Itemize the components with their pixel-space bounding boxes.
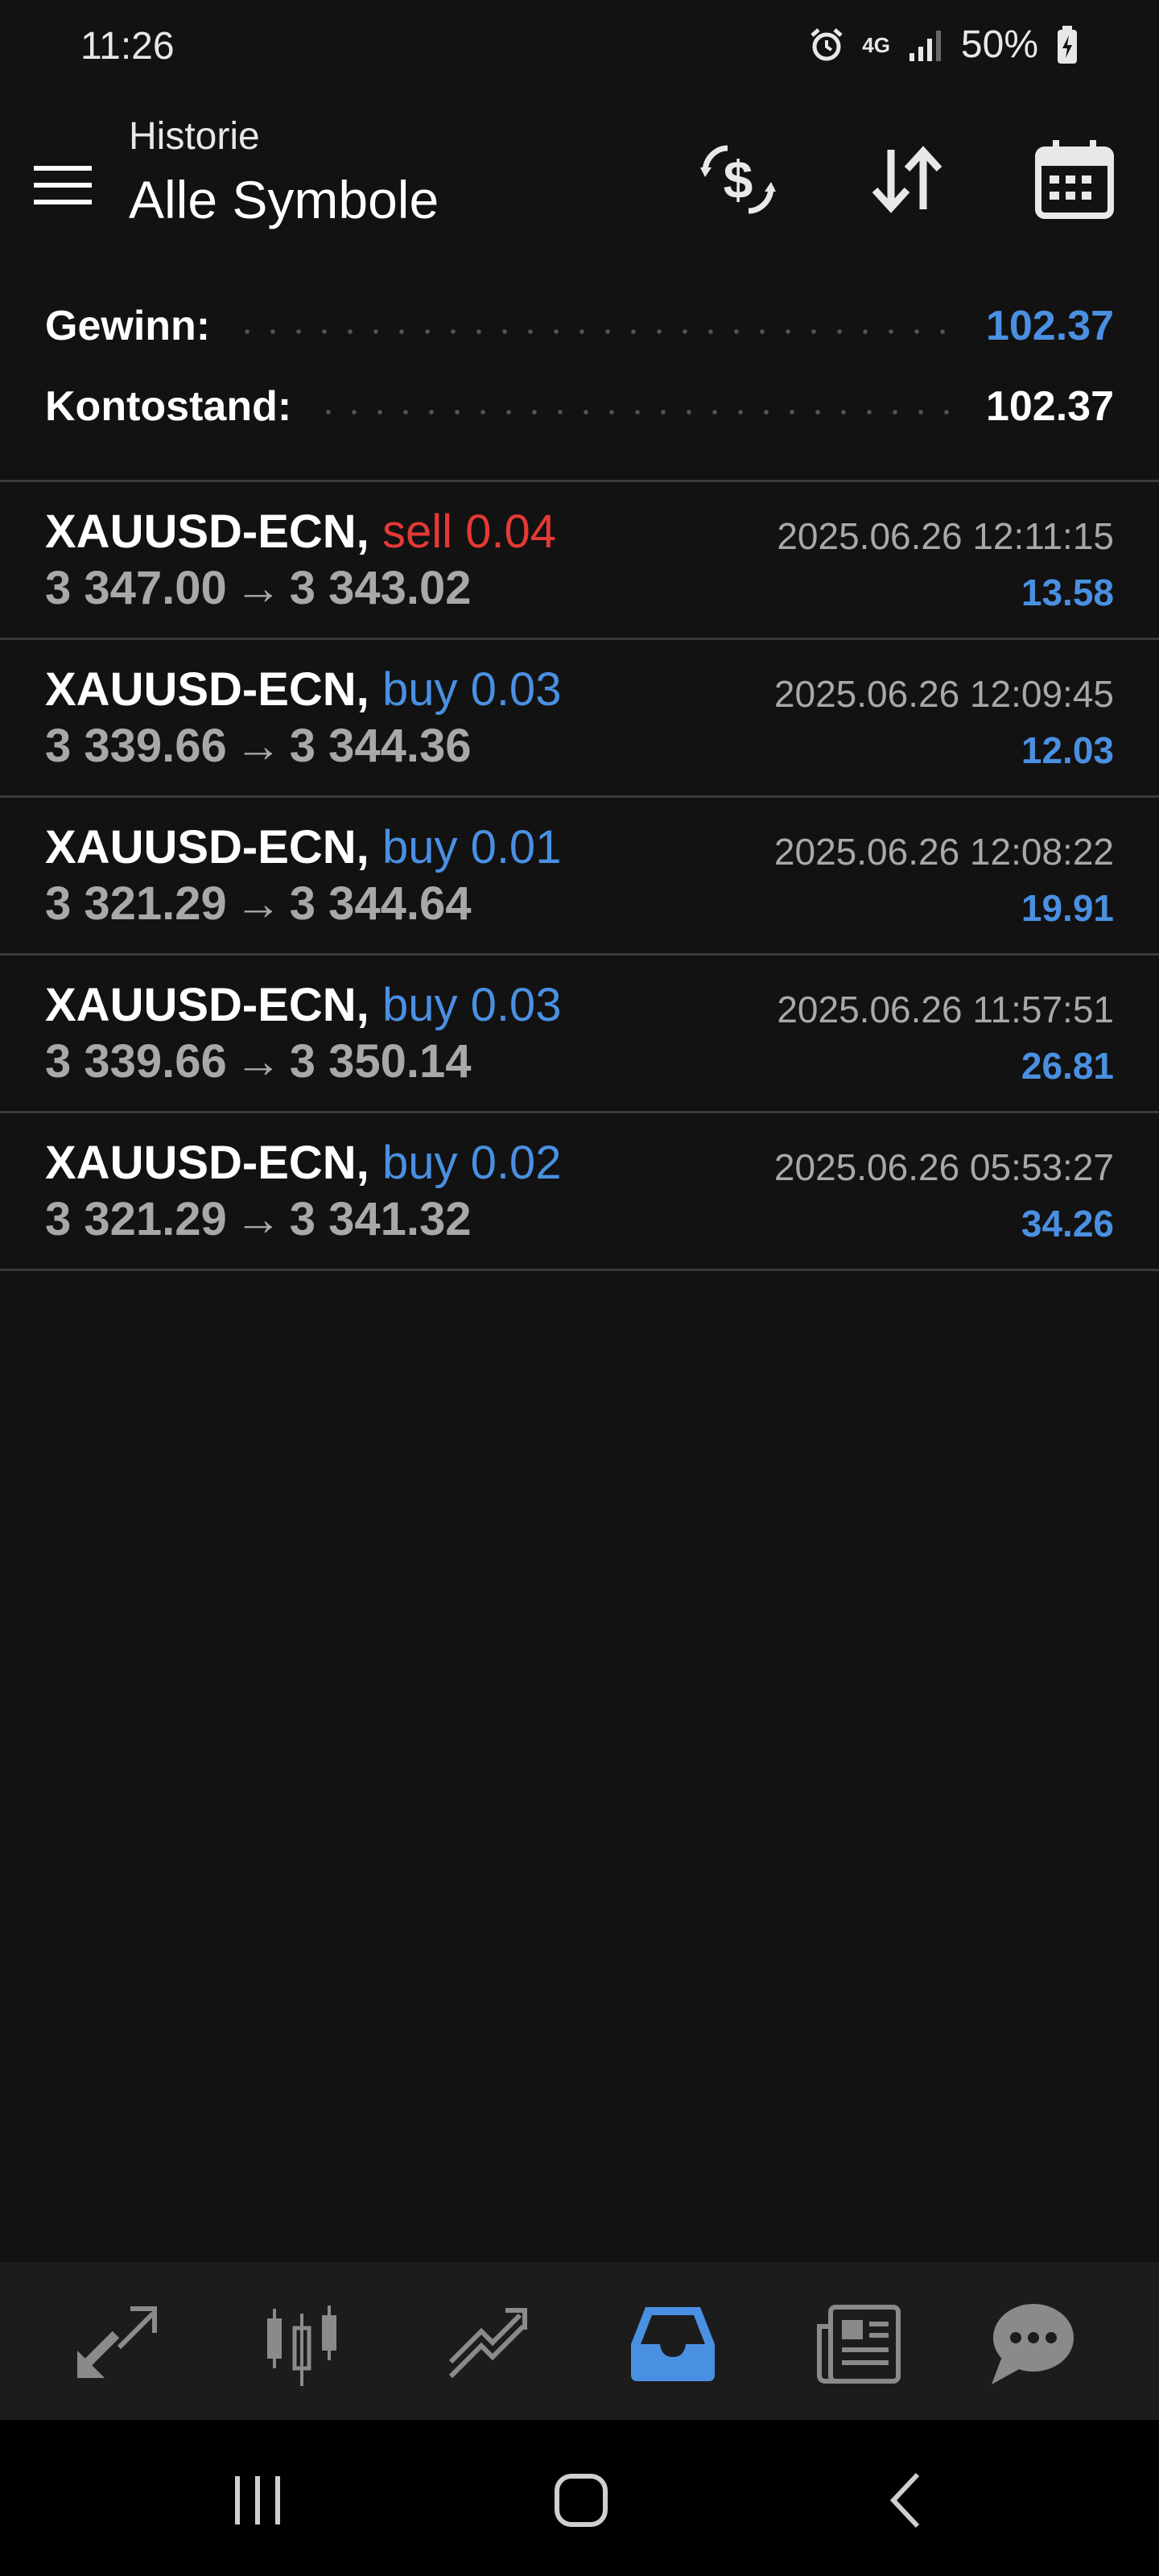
battery-icon (1058, 25, 1077, 64)
status-bar: 11:26 4G 50% (0, 0, 1159, 97)
trade-history-list: XAUUSD-ECN, sell 0.04 3 347.00 → 3 343.02 … (0, 480, 1159, 1271)
history-icon (631, 2307, 715, 2381)
profit-label: Gewinn: (45, 303, 211, 349)
news-icon (817, 2305, 901, 2384)
back-button[interactable] (866, 2468, 947, 2533)
trade-symbol: XAUUSD-ECN, (45, 979, 369, 1031)
svg-text:$: $ (724, 150, 753, 209)
trade-time: 2025.06.26 12:08:22 (773, 831, 1114, 873)
trade-profit: 13.58 (1021, 572, 1114, 613)
trade-side: sell 0.04 (382, 506, 556, 558)
close-price: 3 350.14 (289, 1035, 472, 1088)
balance-row: Kontostand: 102.37 (45, 370, 1114, 443)
dotted-leader (234, 329, 962, 334)
signal-icon (909, 30, 941, 61)
open-price: 3 321.29 (45, 877, 227, 930)
trade-time: 2025.06.26 12:11:15 (777, 515, 1114, 557)
calendar-icon (1035, 140, 1114, 219)
system-nav-bar (0, 2420, 1159, 2576)
currency-exchange-icon: $ (700, 145, 776, 214)
profit-row: Gewinn: 102.37 (45, 290, 1114, 362)
trade-symbol: XAUUSD-ECN, (45, 506, 369, 558)
arrow: → (234, 720, 282, 772)
trade-symbol: XAUUSD-ECN, (45, 821, 369, 873)
quotes-icon (77, 2306, 157, 2378)
trade-time: 2025.06.26 11:57:51 (777, 989, 1114, 1030)
tab-chat[interactable] (984, 2294, 1080, 2391)
profit-value: 102.37 (985, 303, 1114, 349)
trade-time: 2025.06.26 12:09:45 (773, 673, 1114, 715)
trade-symbol: XAUUSD-ECN, (45, 1137, 369, 1189)
tab-news[interactable] (810, 2294, 906, 2391)
arrow: → (234, 562, 282, 614)
currency-exchange-button[interactable]: $ (694, 135, 782, 224)
trade-side: buy 0.03 (382, 979, 562, 1031)
open-price: 3 347.00 (45, 562, 227, 614)
status-time: 11:26 (80, 25, 175, 68)
trade-row[interactable]: XAUUSD-ECN, buy 0.01 3 321.29 → 3 344.64 2… (0, 798, 1159, 956)
alarm-icon (810, 27, 843, 60)
arrow: → (234, 877, 282, 930)
summary-panel: Gewinn: 102.37 Kontostand: 102.37 (0, 290, 1159, 475)
trade-side: buy 0.03 (382, 663, 562, 716)
bottom-nav (0, 2262, 1159, 2420)
trade-row[interactable]: XAUUSD-ECN, buy 0.03 3 339.66 → 3 350.14 2… (0, 956, 1159, 1113)
balance-value: 102.37 (985, 383, 1114, 430)
network-type: 4G (862, 32, 890, 57)
battery-percent: 50% (960, 23, 1038, 66)
dotted-leader (316, 410, 962, 415)
trade-profit: 12.03 (1021, 729, 1114, 771)
balance-label: Kontostand: (45, 383, 292, 430)
status-icons: 4G 50% (809, 23, 1079, 67)
chart-icon (267, 2306, 336, 2386)
tab-trade[interactable] (439, 2294, 536, 2391)
app-header: Historie Alle Symbole $ (0, 97, 1159, 258)
trade-time: 2025.06.26 05:53:27 (773, 1146, 1114, 1188)
back-icon (889, 2472, 920, 2529)
chat-icon (992, 2304, 1074, 2384)
calendar-button[interactable] (1032, 135, 1120, 224)
close-price: 3 341.32 (289, 1193, 472, 1245)
trade-icon (448, 2308, 527, 2379)
close-price: 3 344.64 (289, 877, 472, 930)
trade-profit: 19.91 (1021, 887, 1114, 929)
tab-chart[interactable] (254, 2294, 351, 2391)
recents-icon (235, 2476, 280, 2524)
trade-side: buy 0.01 (382, 821, 562, 873)
sort-icon (872, 146, 942, 213)
arrow: → (234, 1035, 282, 1088)
trade-row[interactable]: XAUUSD-ECN, buy 0.03 3 339.66 → 3 344.36 2… (0, 640, 1159, 798)
page-title[interactable]: Alle Symbole (129, 169, 439, 230)
arrow: → (234, 1193, 282, 1245)
open-price: 3 321.29 (45, 1193, 227, 1245)
home-icon (555, 2474, 608, 2527)
trade-profit: 34.26 (1021, 1203, 1114, 1245)
open-price: 3 339.66 (45, 720, 227, 772)
recents-button[interactable] (217, 2468, 298, 2533)
tab-quotes[interactable] (69, 2294, 166, 2391)
tab-history[interactable] (625, 2294, 721, 2391)
close-price: 3 343.02 (289, 562, 472, 614)
open-price: 3 339.66 (45, 1035, 227, 1088)
home-button[interactable] (541, 2468, 621, 2533)
close-price: 3 344.36 (289, 720, 472, 772)
trade-symbol: XAUUSD-ECN, (45, 663, 369, 716)
menu-icon (34, 166, 92, 204)
sort-button[interactable] (863, 135, 951, 224)
menu-button[interactable] (32, 153, 97, 217)
trade-row[interactable]: XAUUSD-ECN, sell 0.04 3 347.00 → 3 343.02 … (0, 482, 1159, 640)
trade-side: buy 0.02 (382, 1137, 562, 1189)
trade-row[interactable]: XAUUSD-ECN, buy 0.02 3 321.29 → 3 341.32 2… (0, 1113, 1159, 1271)
trade-profit: 26.81 (1021, 1045, 1114, 1087)
page-subtitle: Historie (129, 115, 260, 158)
